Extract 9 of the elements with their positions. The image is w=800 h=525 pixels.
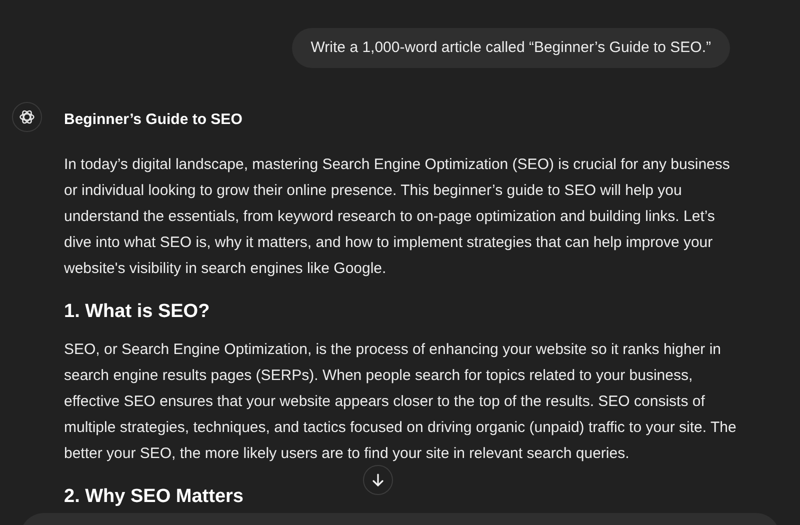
response-title: Beginner’s Guide to SEO <box>64 110 244 130</box>
user-message-bubble: Write a 1,000-word article called “Beginner’s Guide to SEO.” <box>292 28 730 68</box>
paragraph: In today’s digital landscape, mastering Search Engine Optimization (SEO) is crucial for any business or individual looking to grow their online presence. This beginner’s guide to SEO will help you understand the essentials, from keyword research to on-page optimization and building links. Let’s dive into what SEO is, why it matters, and how to implement strategies that can help improve your website's visibility in search engines like Google. <box>64 155 731 279</box>
assistant-logo-icon <box>12 102 42 132</box>
arrow-down-icon <box>371 473 385 487</box>
paragraph: SEO, or Search Engine Optimization, is the process of enhancing your website so it ranks higher in search engine results pages (SERPs). When people search for topics related to your business, effective SEO ensures that your website appears closer to the top of the results. SEO consists of multiple strategies, techniques, and tactics focused on driving organic (unpaid) traffic to your site. The better your SEO, the more likely users are to find your site in relevant search queries. <box>64 340 738 464</box>
section-heading: 2. Why SEO Matters <box>64 486 244 508</box>
scroll-down-button[interactable] <box>363 465 393 495</box>
section-heading: 1. What is SEO? <box>64 301 210 323</box>
